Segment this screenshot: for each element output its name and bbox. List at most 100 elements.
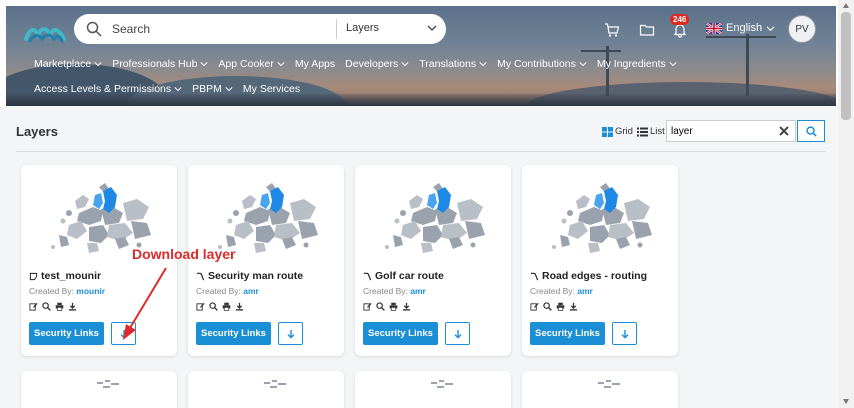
layer-map-thumbnail <box>552 183 652 253</box>
print-icon[interactable] <box>556 302 565 311</box>
layer-card-title[interactable]: test_mounir <box>29 270 101 282</box>
layer-card-actions <box>196 302 244 311</box>
download-icon[interactable] <box>569 302 578 311</box>
download-icon[interactable] <box>235 302 244 311</box>
download-layer-button[interactable] <box>278 322 303 345</box>
nav-item[interactable]: PBPM <box>192 83 233 95</box>
author-link[interactable]: amr <box>577 286 593 296</box>
uk-flag-icon <box>706 22 722 34</box>
nav-item[interactable]: My Apps <box>295 58 335 70</box>
brand-logo-icon[interactable] <box>24 19 66 45</box>
nav-item-label: Marketplace <box>34 58 92 70</box>
cart-icon[interactable] <box>604 22 620 38</box>
user-avatar[interactable]: PV <box>788 15 816 43</box>
header-banner: Layers 246 English PV Marketplace Profess… <box>6 6 836 106</box>
author-link[interactable]: amr <box>243 286 259 296</box>
title-divider <box>16 151 826 152</box>
nav-item[interactable]: My Ingredients <box>597 58 677 70</box>
layer-card[interactable] <box>188 371 344 408</box>
language-selector[interactable]: English <box>706 22 775 34</box>
nav-item-label: App Cooker <box>218 58 274 70</box>
security-links-button[interactable]: Security Links <box>196 322 271 345</box>
nav-item-label: My Services <box>242 83 301 95</box>
nav-item[interactable]: Professionals Hub <box>112 58 208 70</box>
search-icon[interactable] <box>543 302 552 311</box>
chevron-down-icon <box>401 62 409 67</box>
search-input[interactable] <box>112 20 332 38</box>
layer-card-title[interactable]: Road edges - routing <box>530 270 647 282</box>
grid-view-toggle[interactable]: Grid <box>602 126 633 137</box>
layer-map-thumbnail <box>385 183 485 253</box>
chevron-down-icon <box>225 87 233 92</box>
nav-item[interactable]: Marketplace <box>34 58 102 70</box>
banner-crane <box>746 34 749 96</box>
edit-icon[interactable] <box>363 302 372 311</box>
clear-icon[interactable] <box>779 126 789 136</box>
layer-card-title[interactable]: Golf car route <box>363 270 444 282</box>
nav-item[interactable]: Translations <box>419 58 487 70</box>
nav-item-label: Access Levels & Permissions <box>34 83 172 95</box>
security-links-button[interactable]: Security Links <box>363 322 438 345</box>
annotation-label: Download layer <box>132 246 236 262</box>
download-icon[interactable] <box>68 302 77 311</box>
nav-item[interactable]: My Contributions <box>497 58 587 70</box>
annotation-arrow <box>123 267 167 340</box>
security-links-button[interactable]: Security Links <box>29 322 104 345</box>
search-icon[interactable] <box>209 302 218 311</box>
print-icon[interactable] <box>55 302 64 311</box>
layer-name: Road edges - routing <box>542 270 647 282</box>
search-icon[interactable] <box>376 302 385 311</box>
language-label: English <box>726 22 763 34</box>
print-icon[interactable] <box>222 302 231 311</box>
view-toggle: Grid List <box>602 126 665 137</box>
layer-card-actions <box>363 302 411 311</box>
main-nav: Marketplace Professionals Hub App Cooker My… <box>34 58 677 70</box>
download-layer-button[interactable] <box>445 322 470 345</box>
layers-page: Layers Grid List layer test_mounir Creat… <box>0 106 838 408</box>
route-icon <box>196 272 205 280</box>
nav-item[interactable]: Developers <box>345 58 409 70</box>
search-icon[interactable] <box>42 302 51 311</box>
page-scrollbar[interactable] <box>838 0 854 408</box>
layer-map-thumbnail <box>431 380 453 388</box>
filter-input[interactable] <box>671 124 771 138</box>
nav-item[interactable]: App Cooker <box>218 58 285 70</box>
nav-item[interactable]: My Services <box>243 83 300 95</box>
list-view-toggle[interactable]: List <box>636 126 665 137</box>
scroll-thumb[interactable] <box>841 12 851 120</box>
banner-crane <box>606 46 609 96</box>
layer-card[interactable] <box>21 371 177 408</box>
list-icon <box>636 127 648 136</box>
print-icon[interactable] <box>389 302 398 311</box>
nav-item[interactable]: Access Levels & Permissions <box>34 83 182 95</box>
download-arrow-icon <box>287 329 294 339</box>
layer-card[interactable] <box>522 371 678 408</box>
download-layer-button[interactable] <box>612 322 637 345</box>
route-icon <box>530 272 539 280</box>
filter-search-button[interactable] <box>797 120 825 142</box>
created-by-label: Created By: <box>196 286 241 296</box>
search-scope-select[interactable]: Layers <box>346 22 379 34</box>
download-icon[interactable] <box>402 302 411 311</box>
edit-icon[interactable] <box>196 302 205 311</box>
folder-icon[interactable] <box>639 22 655 38</box>
layer-card-title[interactable]: Security man route <box>196 270 303 282</box>
search-icon <box>86 21 102 37</box>
nav-item-label: My Apps <box>294 58 336 70</box>
created-by-label: Created By: <box>363 286 408 296</box>
chevron-down-icon[interactable] <box>426 22 438 34</box>
edit-icon[interactable] <box>29 302 38 311</box>
security-links-button[interactable]: Security Links <box>530 322 605 345</box>
filter-box <box>666 120 796 142</box>
edit-icon[interactable] <box>530 302 539 311</box>
banner-crane <box>706 36 776 38</box>
layer-card-meta: Created By: amr <box>196 286 259 296</box>
layer-card[interactable] <box>355 371 511 408</box>
author-link[interactable]: mounir <box>76 286 105 296</box>
grid-icon <box>602 126 613 137</box>
scroll-up-icon[interactable] <box>842 2 850 10</box>
author-link[interactable]: amr <box>410 286 426 296</box>
layer-card[interactable]: Golf car route Created By: amr Security … <box>355 165 511 356</box>
scroll-down-icon[interactable] <box>842 397 850 405</box>
layer-card[interactable]: Road edges - routing Created By: amr Sec… <box>522 165 678 356</box>
